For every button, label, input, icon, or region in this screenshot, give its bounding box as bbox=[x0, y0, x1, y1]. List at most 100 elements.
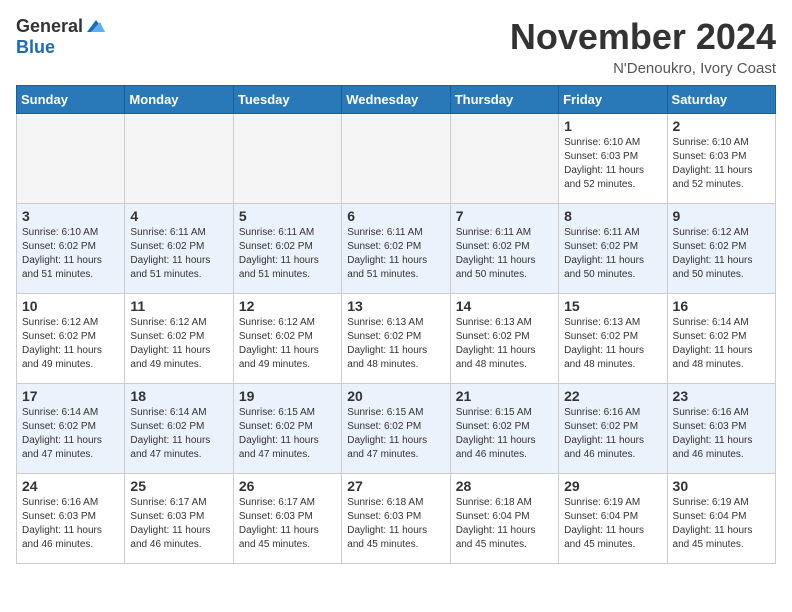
calendar-day-cell: 27Sunrise: 6:18 AMSunset: 6:03 PMDayligh… bbox=[342, 474, 450, 564]
calendar-day-cell: 8 Sunrise: 6:11 AMSunset: 6:02 PMDaylight… bbox=[559, 204, 667, 294]
calendar-day-cell: 6 Sunrise: 6:11 AMSunset: 6:02 PMDaylight… bbox=[342, 204, 450, 294]
day-info: Sunrise: 6:19 AMSunset: 6:04 PMDaylight:… bbox=[564, 496, 661, 552]
day-info: Sunrise: 6:17 AMSunset: 6:03 PMDaylight:… bbox=[130, 496, 227, 552]
calendar-day-cell: 30Sunrise: 6:19 AMSunset: 6:04 PMDayligh… bbox=[667, 474, 775, 564]
day-number: 16 bbox=[673, 298, 770, 314]
day-number: 8 bbox=[564, 208, 661, 224]
day-number: 3 bbox=[22, 208, 119, 224]
location-title: N'Denoukro, Ivory Coast bbox=[510, 60, 776, 77]
day-number: 18 bbox=[130, 388, 227, 404]
day-number: 11 bbox=[130, 298, 227, 314]
weekday-header: Thursday bbox=[450, 86, 558, 114]
calendar-week-row: 1Sunrise: 6:10 AMSunset: 6:03 PMDaylight… bbox=[17, 114, 776, 204]
calendar-day-cell: 20Sunrise: 6:15 AMSunset: 6:02 PMDayligh… bbox=[342, 384, 450, 474]
calendar-day-cell bbox=[17, 114, 125, 204]
title-area: November 2024 N'Denoukro, Ivory Coast bbox=[510, 16, 776, 77]
day-number: 10 bbox=[22, 298, 119, 314]
weekday-header: Friday bbox=[559, 86, 667, 114]
day-info: Sunrise: 6:11 AMSunset: 6:02 PMDaylight:… bbox=[456, 226, 553, 282]
day-info: Sunrise: 6:14 AMSunset: 6:02 PMDaylight:… bbox=[673, 316, 770, 372]
day-number: 6 bbox=[347, 208, 444, 224]
calendar-day-cell bbox=[125, 114, 233, 204]
calendar-week-row: 24 Sunrise: 6:16 AMSunset: 6:03 PMDayligh… bbox=[17, 474, 776, 564]
day-info: Sunrise: 6:17 AMSunset: 6:03 PMDaylight:… bbox=[239, 496, 336, 552]
day-number: 25 bbox=[130, 478, 227, 494]
calendar-week-row: 17 Sunrise: 6:14 AMSunset: 6:02 PMDayligh… bbox=[17, 384, 776, 474]
weekday-header: Sunday bbox=[17, 86, 125, 114]
calendar-day-cell: 19 Sunrise: 6:15 AMSunset: 6:02 PMDayligh… bbox=[233, 384, 341, 474]
day-info: Sunrise: 6:16 AMSunset: 6:03 PMDaylight:… bbox=[673, 406, 770, 462]
day-number: 7 bbox=[456, 208, 553, 224]
calendar-day-cell: 25 Sunrise: 6:17 AMSunset: 6:03 PMDayligh… bbox=[125, 474, 233, 564]
day-info: Sunrise: 6:13 AMSunset: 6:02 PMDaylight:… bbox=[347, 316, 444, 372]
day-number: 28 bbox=[456, 478, 553, 494]
calendar-day-cell: 4 Sunrise: 6:11 AMSunset: 6:02 PMDaylight… bbox=[125, 204, 233, 294]
calendar-day-cell: 3 Sunrise: 6:10 AMSunset: 6:02 PMDaylight… bbox=[17, 204, 125, 294]
calendar-day-cell: 13 Sunrise: 6:13 AMSunset: 6:02 PMDayligh… bbox=[342, 294, 450, 384]
logo-icon bbox=[85, 16, 107, 38]
calendar-day-cell: 18 Sunrise: 6:14 AMSunset: 6:02 PMDayligh… bbox=[125, 384, 233, 474]
calendar-day-cell: 15 Sunrise: 6:13 AMSunset: 6:02 PMDayligh… bbox=[559, 294, 667, 384]
day-number: 12 bbox=[239, 298, 336, 314]
calendar-day-cell: 12 Sunrise: 6:12 AMSunset: 6:02 PMDayligh… bbox=[233, 294, 341, 384]
day-info: Sunrise: 6:10 AMSunset: 6:03 PMDaylight:… bbox=[673, 136, 770, 192]
calendar-day-cell bbox=[233, 114, 341, 204]
day-info: Sunrise: 6:12 AMSunset: 6:02 PMDaylight:… bbox=[130, 316, 227, 372]
logo: General Blue bbox=[16, 16, 107, 58]
day-number: 5 bbox=[239, 208, 336, 224]
day-info: Sunrise: 6:16 AMSunset: 6:02 PMDaylight:… bbox=[564, 406, 661, 462]
day-info: Sunrise: 6:12 AMSunset: 6:02 PMDaylight:… bbox=[673, 226, 770, 282]
calendar-day-cell: 16 Sunrise: 6:14 AMSunset: 6:02 PMDayligh… bbox=[667, 294, 775, 384]
day-number: 29 bbox=[564, 478, 661, 494]
calendar-day-cell: 2 Sunrise: 6:10 AMSunset: 6:03 PMDaylight… bbox=[667, 114, 775, 204]
day-info: Sunrise: 6:12 AMSunset: 6:02 PMDaylight:… bbox=[22, 316, 119, 372]
weekday-header-row: SundayMondayTuesdayWednesdayThursdayFrid… bbox=[17, 86, 776, 114]
day-info: Sunrise: 6:13 AMSunset: 6:02 PMDaylight:… bbox=[456, 316, 553, 372]
day-number: 17 bbox=[22, 388, 119, 404]
day-info: Sunrise: 6:11 AMSunset: 6:02 PMDaylight:… bbox=[564, 226, 661, 282]
calendar-day-cell: 11 Sunrise: 6:12 AMSunset: 6:02 PMDayligh… bbox=[125, 294, 233, 384]
calendar-week-row: 10 Sunrise: 6:12 AMSunset: 6:02 PMDayligh… bbox=[17, 294, 776, 384]
day-number: 24 bbox=[22, 478, 119, 494]
calendar-day-cell: 24 Sunrise: 6:16 AMSunset: 6:03 PMDayligh… bbox=[17, 474, 125, 564]
calendar-day-cell: 26 Sunrise: 6:17 AMSunset: 6:03 PMDayligh… bbox=[233, 474, 341, 564]
calendar-day-cell bbox=[450, 114, 558, 204]
day-number: 26 bbox=[239, 478, 336, 494]
day-info: Sunrise: 6:12 AMSunset: 6:02 PMDaylight:… bbox=[239, 316, 336, 372]
day-number: 23 bbox=[673, 388, 770, 404]
day-info: Sunrise: 6:14 AMSunset: 6:02 PMDaylight:… bbox=[130, 406, 227, 462]
calendar-day-cell: 10 Sunrise: 6:12 AMSunset: 6:02 PMDayligh… bbox=[17, 294, 125, 384]
day-info: Sunrise: 6:11 AMSunset: 6:02 PMDaylight:… bbox=[130, 226, 227, 282]
day-number: 21 bbox=[456, 388, 553, 404]
day-info: Sunrise: 6:13 AMSunset: 6:02 PMDaylight:… bbox=[564, 316, 661, 372]
day-number: 15 bbox=[564, 298, 661, 314]
page-header: General Blue November 2024 N'Denoukro, I… bbox=[16, 16, 776, 77]
calendar-day-cell: 1Sunrise: 6:10 AMSunset: 6:03 PMDaylight… bbox=[559, 114, 667, 204]
month-title: November 2024 bbox=[510, 16, 776, 58]
day-number: 2 bbox=[673, 118, 770, 134]
day-info: Sunrise: 6:15 AMSunset: 6:02 PMDaylight:… bbox=[347, 406, 444, 462]
day-info: Sunrise: 6:15 AMSunset: 6:02 PMDaylight:… bbox=[456, 406, 553, 462]
day-info: Sunrise: 6:10 AMSunset: 6:03 PMDaylight:… bbox=[564, 136, 661, 192]
calendar-day-cell: 28Sunrise: 6:18 AMSunset: 6:04 PMDayligh… bbox=[450, 474, 558, 564]
calendar-day-cell: 29 Sunrise: 6:19 AMSunset: 6:04 PMDayligh… bbox=[559, 474, 667, 564]
calendar-day-cell: 21 Sunrise: 6:15 AMSunset: 6:02 PMDayligh… bbox=[450, 384, 558, 474]
weekday-header: Monday bbox=[125, 86, 233, 114]
calendar-day-cell: 17Sunrise: 6:14 AMSunset: 6:02 PMDayligh… bbox=[17, 384, 125, 474]
day-number: 27 bbox=[347, 478, 444, 494]
day-info: Sunrise: 6:16 AMSunset: 6:03 PMDaylight:… bbox=[22, 496, 119, 552]
calendar-day-cell bbox=[342, 114, 450, 204]
day-number: 22 bbox=[564, 388, 661, 404]
weekday-header: Wednesday bbox=[342, 86, 450, 114]
day-number: 9 bbox=[673, 208, 770, 224]
calendar-week-row: 3 Sunrise: 6:10 AMSunset: 6:02 PMDaylight… bbox=[17, 204, 776, 294]
day-info: Sunrise: 6:11 AMSunset: 6:02 PMDaylight:… bbox=[347, 226, 444, 282]
calendar-table: SundayMondayTuesdayWednesdayThursdayFrid… bbox=[16, 85, 776, 564]
day-info: Sunrise: 6:15 AMSunset: 6:02 PMDaylight:… bbox=[239, 406, 336, 462]
day-info: Sunrise: 6:11 AMSunset: 6:02 PMDaylight:… bbox=[239, 226, 336, 282]
day-number: 13 bbox=[347, 298, 444, 314]
day-number: 19 bbox=[239, 388, 336, 404]
day-number: 4 bbox=[130, 208, 227, 224]
day-number: 14 bbox=[456, 298, 553, 314]
day-info: Sunrise: 6:10 AMSunset: 6:02 PMDaylight:… bbox=[22, 226, 119, 282]
